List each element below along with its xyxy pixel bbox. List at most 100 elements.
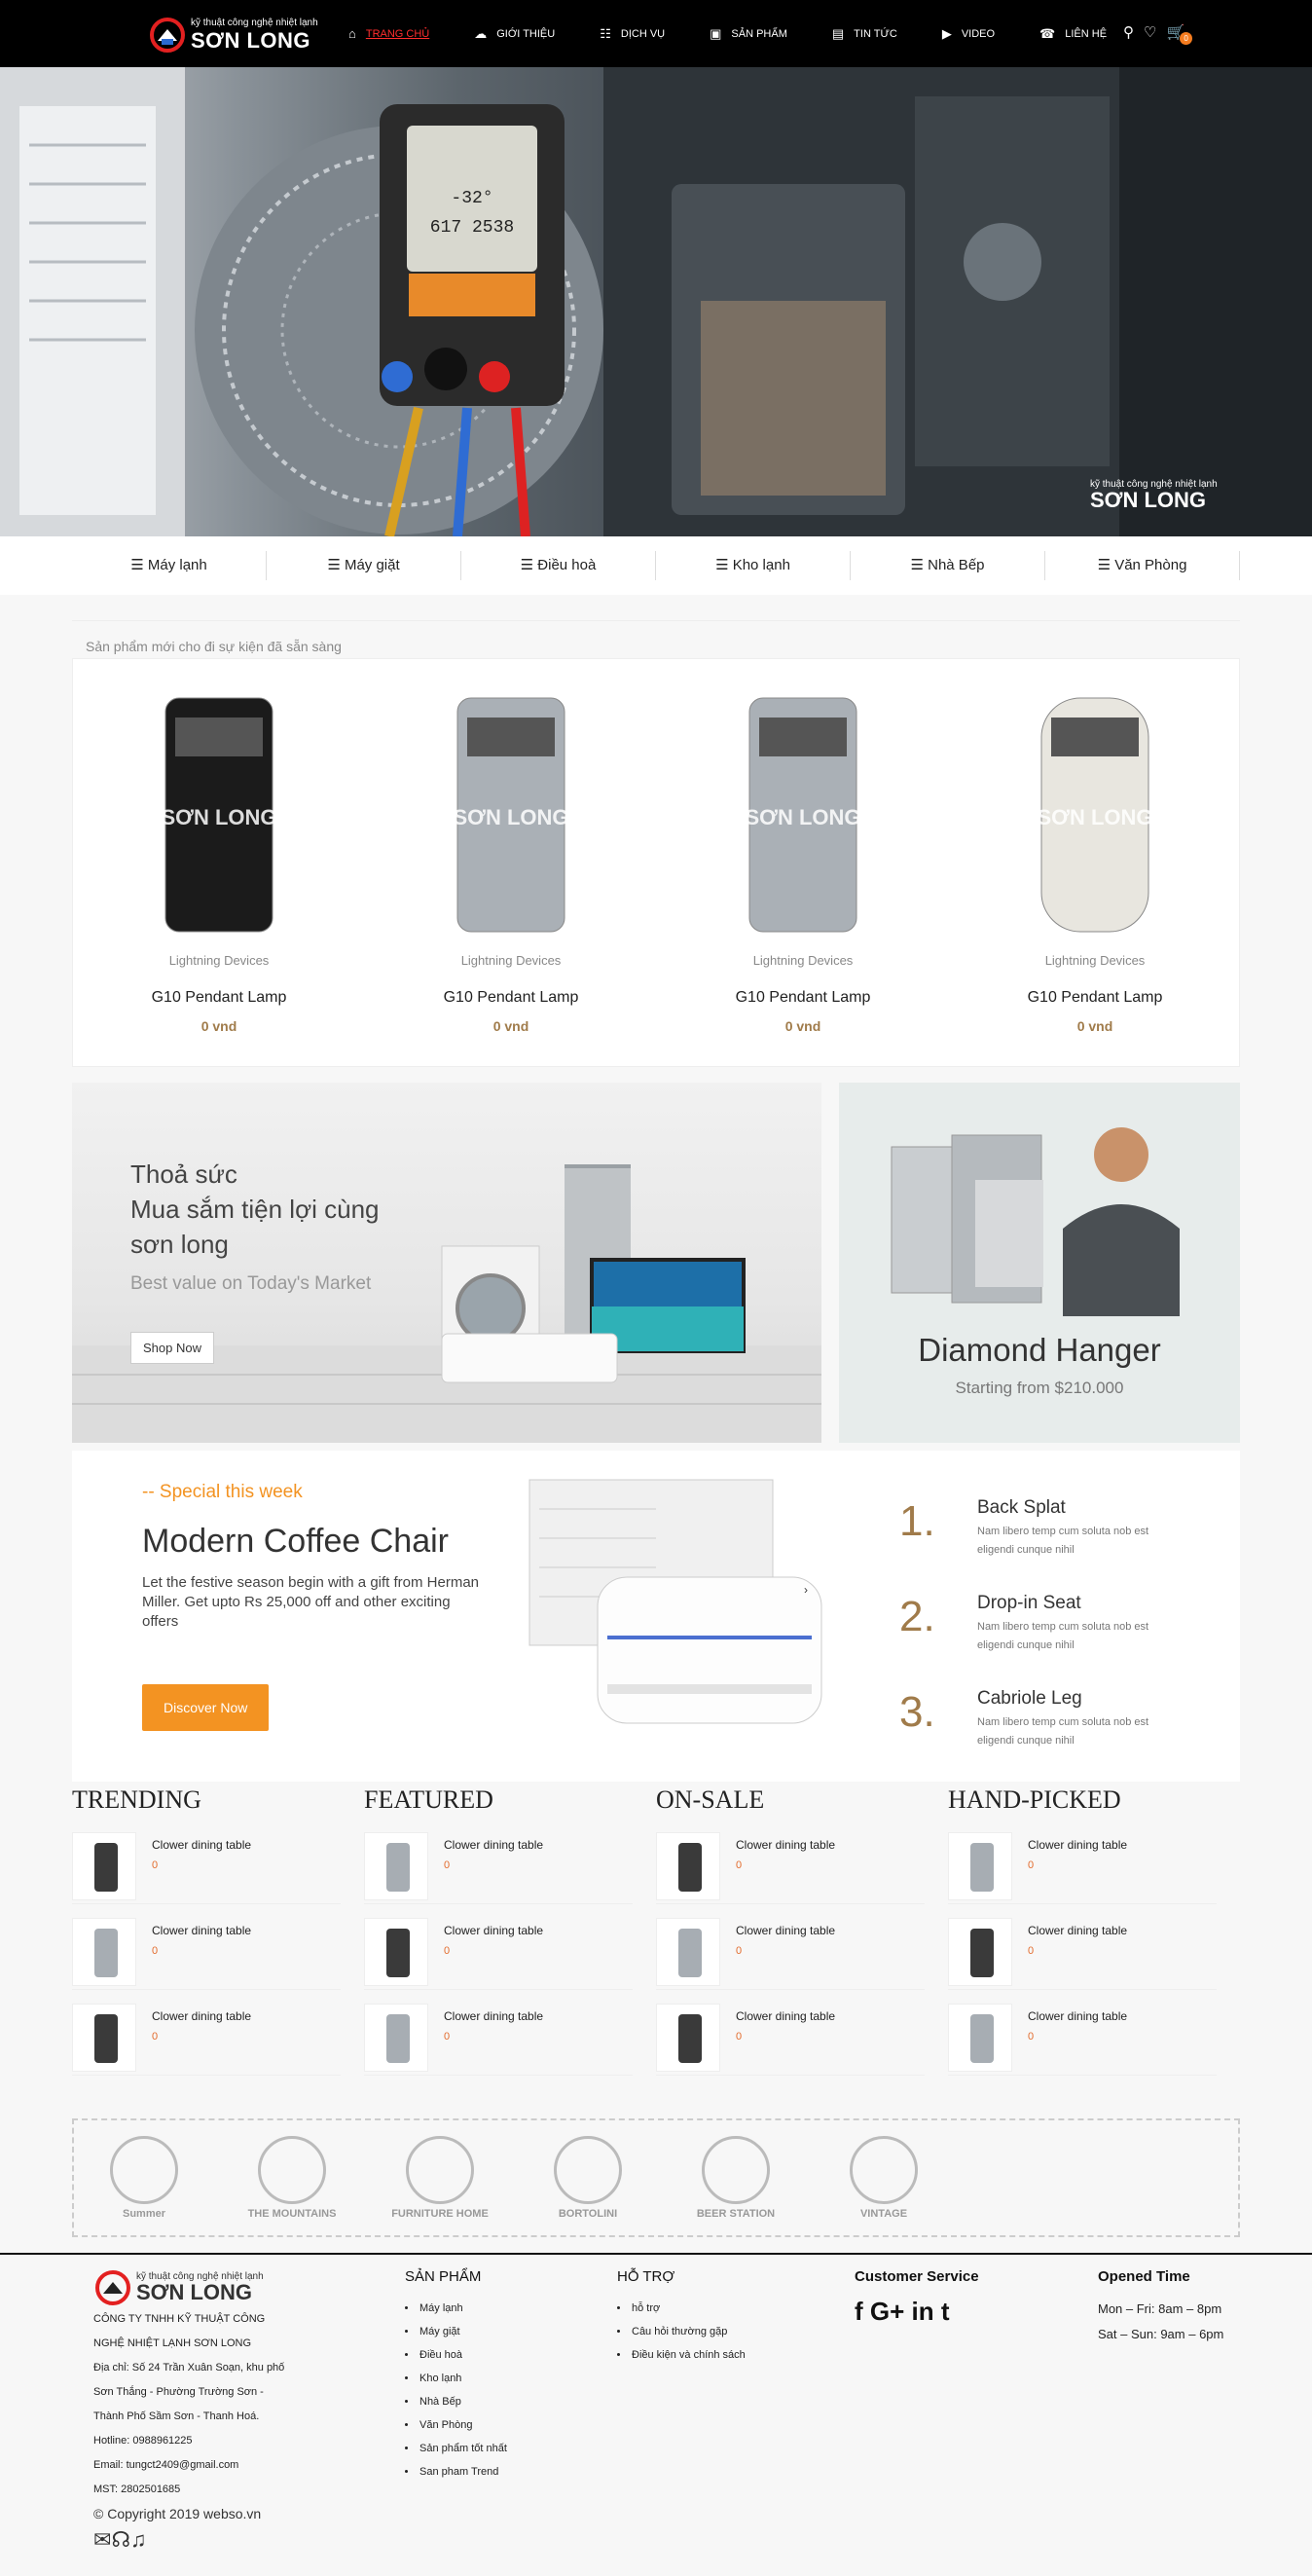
nav-item-3[interactable]: ▣ SẢN PHẨM [710, 26, 832, 42]
brand-logo[interactable]: Summer [88, 2136, 200, 2220]
item-name[interactable]: Clower dining table [736, 1924, 835, 1937]
footer-product-link[interactable]: Văn Phòng [405, 2413, 507, 2437]
footer-product-link[interactable]: San pham Trend [405, 2460, 507, 2484]
item-name[interactable]: Clower dining table [152, 2009, 251, 2023]
item-name[interactable]: Clower dining table [736, 2009, 835, 2023]
list-icon: ☰ [327, 557, 345, 573]
footer-product-link[interactable]: Kho lạnh [405, 2367, 507, 2390]
carousel-next-icon[interactable]: › [804, 1583, 808, 1597]
search-icon[interactable]: ⚲ [1123, 23, 1134, 41]
product-category: Lightning Devices [752, 953, 854, 968]
item-name[interactable]: Clower dining table [152, 1838, 251, 1852]
product-card[interactable]: SƠN LONG Lightning Devices G10 Pendant Lam… [949, 659, 1241, 1066]
special-description: Let the festive season begin with a gift… [142, 1574, 480, 1630]
footer-product-link[interactable]: Máy lạnh [405, 2297, 507, 2320]
footer-logo[interactable]: kỹ thuật công nghệ nhiệt lạnh SƠN LONG [93, 2268, 317, 2307]
brand-logo[interactable]: FURNITURE HOME [383, 2136, 496, 2220]
promo-banner-left[interactable]: Thoả sức Mua sắm tiện lợi cùng sơn long … [72, 1083, 821, 1443]
item-name[interactable]: Clower dining table [444, 2009, 543, 2023]
list-item[interactable]: Clower dining table 0 [656, 1904, 925, 1990]
shop-now-button[interactable]: Shop Now [130, 1332, 214, 1364]
music-icon[interactable]: ♫ [130, 2527, 147, 2552]
category-1[interactable]: ☰ Máy giặt [267, 551, 461, 580]
product-name[interactable]: G10 Pendant Lamp [73, 989, 365, 1007]
footer-support-link[interactable]: hỗ trợ [617, 2297, 746, 2320]
item-thumbnail[interactable] [364, 1918, 428, 1986]
list-item[interactable]: Clower dining table 0 [72, 1904, 341, 1990]
list-item[interactable]: Clower dining table 0 [72, 1990, 341, 2076]
list-item[interactable]: Clower dining table 0 [948, 1819, 1217, 1904]
company-line: NGHỆ NHIỆT LẠNH SƠN LONG [93, 2337, 252, 2349]
item-thumbnail[interactable] [656, 1918, 720, 1986]
item-name[interactable]: Clower dining table [736, 1838, 835, 1852]
item-thumbnail[interactable] [364, 1832, 428, 1900]
list-item[interactable]: Clower dining table 0 [656, 1819, 925, 1904]
social-icons[interactable]: f G+ in t [855, 2297, 979, 2327]
list-item[interactable]: Clower dining table 0 [948, 1904, 1217, 1990]
product-name[interactable]: G10 Pendant Lamp [657, 989, 949, 1007]
nav-item-1[interactable]: ☁ GIỚI THIỆU [474, 26, 600, 42]
item-thumbnail[interactable] [948, 1832, 1012, 1900]
nav-item-5[interactable]: ▶ VIDEO [942, 26, 1039, 42]
footer-support-link[interactable]: Câu hỏi thường gặp [617, 2320, 746, 2343]
product-name[interactable]: G10 Pendant Lamp [949, 989, 1241, 1007]
promo-line-2: Mua sắm tiện lợi cùng [130, 1195, 380, 1224]
item-thumbnail[interactable] [72, 2004, 136, 2072]
brand-logo[interactable]: THE MOUNTAINS [236, 2136, 348, 2220]
item-thumbnail[interactable] [948, 1918, 1012, 1986]
footer-product-link[interactable]: Điều hoà [405, 2343, 507, 2367]
brand-logo[interactable]: BORTOLINI [531, 2136, 644, 2220]
feature-title: Cabriole Leg [977, 1688, 1082, 1709]
category-label: Văn Phòng [1114, 557, 1187, 573]
list-item[interactable]: Clower dining table 0 [364, 1904, 633, 1990]
promo-banner-right[interactable]: Diamond Hanger Starting from $210.000 [839, 1083, 1240, 1443]
headphone-icon[interactable]: ☊ [111, 2527, 130, 2552]
product-card[interactable]: SƠN LONG Lightning Devices G10 Pendant Lam… [657, 659, 949, 1066]
brand-logo[interactable]: VINTAGE [827, 2136, 940, 2220]
category-5[interactable]: ☰ Văn Phòng [1045, 551, 1240, 580]
product-image[interactable]: SƠN LONG [657, 659, 949, 951]
item-name[interactable]: Clower dining table [444, 1838, 543, 1852]
footer-product-link[interactable]: Sản phẩm tốt nhất [405, 2437, 507, 2460]
list-item[interactable]: Clower dining table 0 [364, 1819, 633, 1904]
product-name[interactable]: G10 Pendant Lamp [365, 989, 657, 1007]
category-3[interactable]: ☰ Kho lạnh [656, 551, 851, 580]
product-image[interactable]: SƠN LONG [365, 659, 657, 951]
product-image[interactable]: SƠN LONG [73, 659, 365, 951]
brand-logo[interactable]: BEER STATION [679, 2136, 792, 2220]
product-image[interactable]: SƠN LONG [949, 659, 1241, 951]
item-name[interactable]: Clower dining table [1028, 1838, 1127, 1852]
mail-icon[interactable]: ✉ [93, 2527, 111, 2552]
item-price: 0 [736, 1859, 743, 1871]
category-0[interactable]: ☰ Máy lạnh [72, 551, 267, 580]
footer-product-link[interactable]: Nhà Bếp [405, 2390, 507, 2413]
category-2[interactable]: ☰ Điều hoà [461, 551, 656, 580]
category-4[interactable]: ☰ Nhà Bếp [851, 551, 1045, 580]
list-item[interactable]: Clower dining table 0 [72, 1819, 341, 1904]
site-logo[interactable]: kỹ thuật công nghệ nhiệt lạnh SƠN LONG [148, 16, 318, 55]
footer-support-link[interactable]: Điều kiện và chính sách [617, 2343, 746, 2367]
nav-item-0[interactable]: ⌂ TRANG CHỦ [348, 26, 474, 41]
home-icon: ⌂ [348, 26, 356, 41]
item-thumbnail[interactable] [364, 2004, 428, 2072]
product-card[interactable]: SƠN LONG Lightning Devices G10 Pendant Lam… [73, 659, 365, 1066]
heart-icon[interactable]: ♡ [1144, 23, 1156, 41]
product-card[interactable]: SƠN LONG Lightning Devices G10 Pendant Lam… [365, 659, 657, 1066]
list-item[interactable]: Clower dining table 0 [656, 1990, 925, 2076]
item-thumbnail[interactable] [72, 1918, 136, 1986]
item-thumbnail[interactable] [948, 2004, 1012, 2072]
item-thumbnail[interactable] [656, 2004, 720, 2072]
item-name[interactable]: Clower dining table [152, 1924, 251, 1937]
list-item[interactable]: Clower dining table 0 [948, 1990, 1217, 2076]
discover-now-button[interactable]: Discover Now [142, 1684, 270, 1731]
item-name[interactable]: Clower dining table [1028, 1924, 1127, 1937]
item-name[interactable]: Clower dining table [1028, 2009, 1127, 2023]
nav-item-4[interactable]: ▤ TIN TỨC [832, 26, 942, 42]
item-name[interactable]: Clower dining table [444, 1924, 543, 1937]
item-thumbnail[interactable] [656, 1832, 720, 1900]
item-thumbnail[interactable] [72, 1832, 136, 1900]
footer-product-link[interactable]: Máy giặt [405, 2320, 507, 2343]
nav-item-2[interactable]: ☷ DỊCH VỤ [600, 26, 710, 42]
list-item[interactable]: Clower dining table 0 [364, 1990, 633, 2076]
cart-icon[interactable]: 🛒 0 [1166, 23, 1193, 45]
